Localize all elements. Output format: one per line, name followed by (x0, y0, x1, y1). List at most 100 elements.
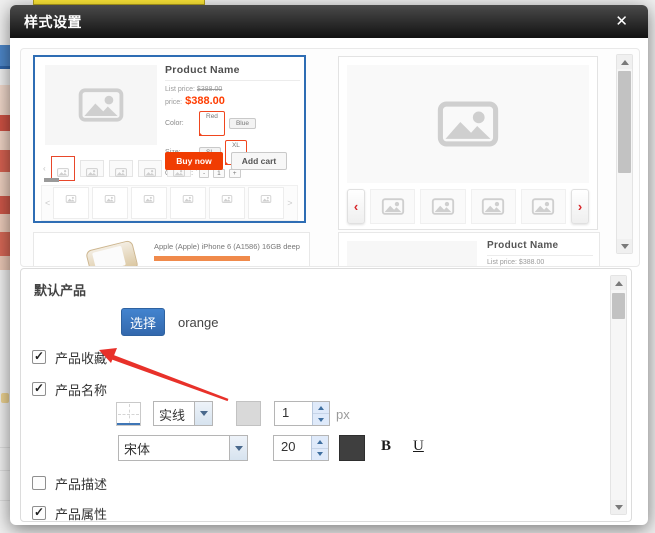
thumbnail[interactable] (80, 160, 104, 177)
border-sides-picker[interactable] (116, 402, 141, 426)
image-placeholder-icon (86, 164, 98, 173)
scrollbar-thumb[interactable] (618, 71, 631, 173)
carousel-thumbnail[interactable] (521, 189, 566, 224)
image-placeholder-icon (481, 198, 505, 215)
style-settings-dialog: 样式设置 ✕ Product Name List price: $388.00 … (10, 5, 648, 525)
checkbox-label: 产品属性 (55, 504, 107, 523)
carousel-thumbnail[interactable] (420, 189, 465, 224)
spinner-down-icon[interactable] (313, 414, 329, 425)
price-value: $388.00 (185, 95, 225, 107)
chevron-down-icon[interactable] (229, 436, 247, 460)
template-preview-panel: Product Name List price: $388.00 price: … (20, 48, 640, 267)
background-banner-image (0, 85, 10, 270)
gallery-carousel: ‹ › (347, 188, 589, 224)
product-description-checkbox[interactable] (32, 476, 46, 490)
image-placeholder-icon (78, 88, 124, 122)
image-placeholder-icon (221, 190, 233, 198)
related-product-card (209, 187, 245, 219)
banner-red-text (0, 115, 10, 131)
product-name: Product Name (487, 240, 593, 256)
scroll-up-icon[interactable] (611, 276, 626, 290)
settings-scrollbar[interactable] (610, 275, 627, 515)
scroll-down-icon[interactable] (611, 500, 626, 514)
checkbox-label: 产品描述 (55, 474, 107, 493)
quantity-value: 1 (213, 169, 225, 178)
product-image-placeholder (45, 65, 157, 145)
default-product-label: 默认产品 (34, 280, 86, 299)
template-card-gallery[interactable]: ‹ › (338, 56, 598, 230)
image-placeholder-icon (531, 198, 555, 215)
template-card-product-detail[interactable]: Product Name List price: $388.00 price: … (33, 55, 306, 223)
border-bottom-indicator (117, 423, 140, 425)
checkbox-row-product-name: 产品名称 (32, 381, 107, 397)
spinner-up-icon[interactable] (313, 402, 329, 414)
product-info-column: Product Name List price: $388.00 (487, 240, 593, 266)
checkbox-label: 产品名称 (55, 380, 107, 399)
related-product-card (53, 187, 89, 219)
product-image-placeholder (347, 241, 477, 267)
add-cart-button[interactable]: Add cart (231, 152, 287, 170)
checkbox-row-product-favorite: 产品收藏 (32, 349, 107, 365)
selected-product-value: orange (178, 315, 218, 330)
scroll-up-icon[interactable] (617, 55, 632, 69)
screen: 样式设置 ✕ Product Name List price: $388.00 … (0, 0, 655, 533)
color-option-red[interactable]: Red (199, 111, 225, 136)
settings-panel: 默认产品 选择 orange 产品收藏 产品名称 实线 1 (20, 268, 632, 522)
price-row: price: $388.00 (165, 95, 300, 107)
quantity-plus-button[interactable]: + (229, 169, 241, 178)
product-name-checkbox[interactable] (32, 382, 46, 396)
image-placeholder-icon (115, 164, 127, 173)
carousel-thumbnail[interactable] (471, 189, 516, 224)
related-next-icon[interactable]: > (287, 198, 292, 208)
related-prev-icon[interactable]: < (45, 198, 50, 208)
color-option-blue[interactable]: Blue (229, 118, 256, 129)
font-family-select[interactable]: 宋体 (118, 435, 248, 461)
preview-scrollbar[interactable] (616, 54, 633, 254)
scrollbar-thumb[interactable] (612, 293, 625, 319)
template-card-product-detail-2[interactable]: Product Name List price: $388.00 (338, 232, 600, 267)
related-product-card (131, 187, 167, 219)
related-section-label (44, 178, 59, 182)
image-placeholder-icon (437, 101, 499, 147)
image-placeholder-icon (57, 164, 69, 173)
product-attributes-checkbox[interactable] (32, 506, 46, 520)
thumbnail[interactable] (138, 160, 162, 177)
font-color-swatch[interactable] (339, 435, 365, 461)
font-size-spinner[interactable]: 20 (273, 435, 329, 461)
carousel-prev-icon[interactable]: ‹ (347, 189, 365, 224)
image-placeholder-icon (260, 190, 272, 198)
bold-button[interactable]: B (381, 438, 391, 455)
border-color-swatch[interactable] (236, 401, 261, 426)
background-blue-line (0, 66, 10, 69)
list-price-row: List price: $388.00 (165, 86, 300, 93)
image-placeholder-icon (143, 190, 155, 198)
carousel-thumbnail[interactable] (370, 189, 415, 224)
list-price-row: List price: $388.00 (487, 259, 593, 266)
background-divider (0, 447, 10, 448)
border-width-spinner[interactable]: 1 (274, 401, 330, 426)
background-divider (0, 500, 10, 501)
image-placeholder-icon (381, 198, 405, 215)
carousel-next-icon[interactable]: › (571, 189, 589, 224)
background-thumbnail (1, 393, 9, 403)
select-product-button[interactable]: 选择 (121, 308, 165, 336)
template-card-list[interactable]: Apple (Apple) iPhone 6 (A1586) 16GB deep (33, 232, 310, 267)
close-icon[interactable]: ✕ (609, 12, 634, 31)
underline-button[interactable]: U (413, 438, 424, 455)
thumb-prev-icon[interactable]: ‹ (43, 164, 46, 173)
image-placeholder-icon (144, 164, 156, 173)
thumbnail[interactable] (109, 160, 133, 177)
image-placeholder-icon (65, 190, 77, 198)
chevron-down-icon[interactable] (194, 402, 212, 425)
banner-red-text (0, 196, 10, 214)
scroll-down-icon[interactable] (617, 239, 632, 253)
product-favorite-checkbox[interactable] (32, 350, 46, 364)
border-style-select[interactable]: 实线 (153, 401, 213, 426)
buy-now-button[interactable]: Buy now (165, 152, 223, 170)
checkbox-row-product-attributes: 产品属性 (32, 505, 107, 521)
background-divider (0, 470, 10, 471)
spinner-up-icon[interactable] (312, 436, 328, 449)
spinner-down-icon[interactable] (312, 449, 328, 461)
quantity-minus-button[interactable]: - (199, 169, 209, 178)
list-item-price-text (154, 256, 250, 261)
